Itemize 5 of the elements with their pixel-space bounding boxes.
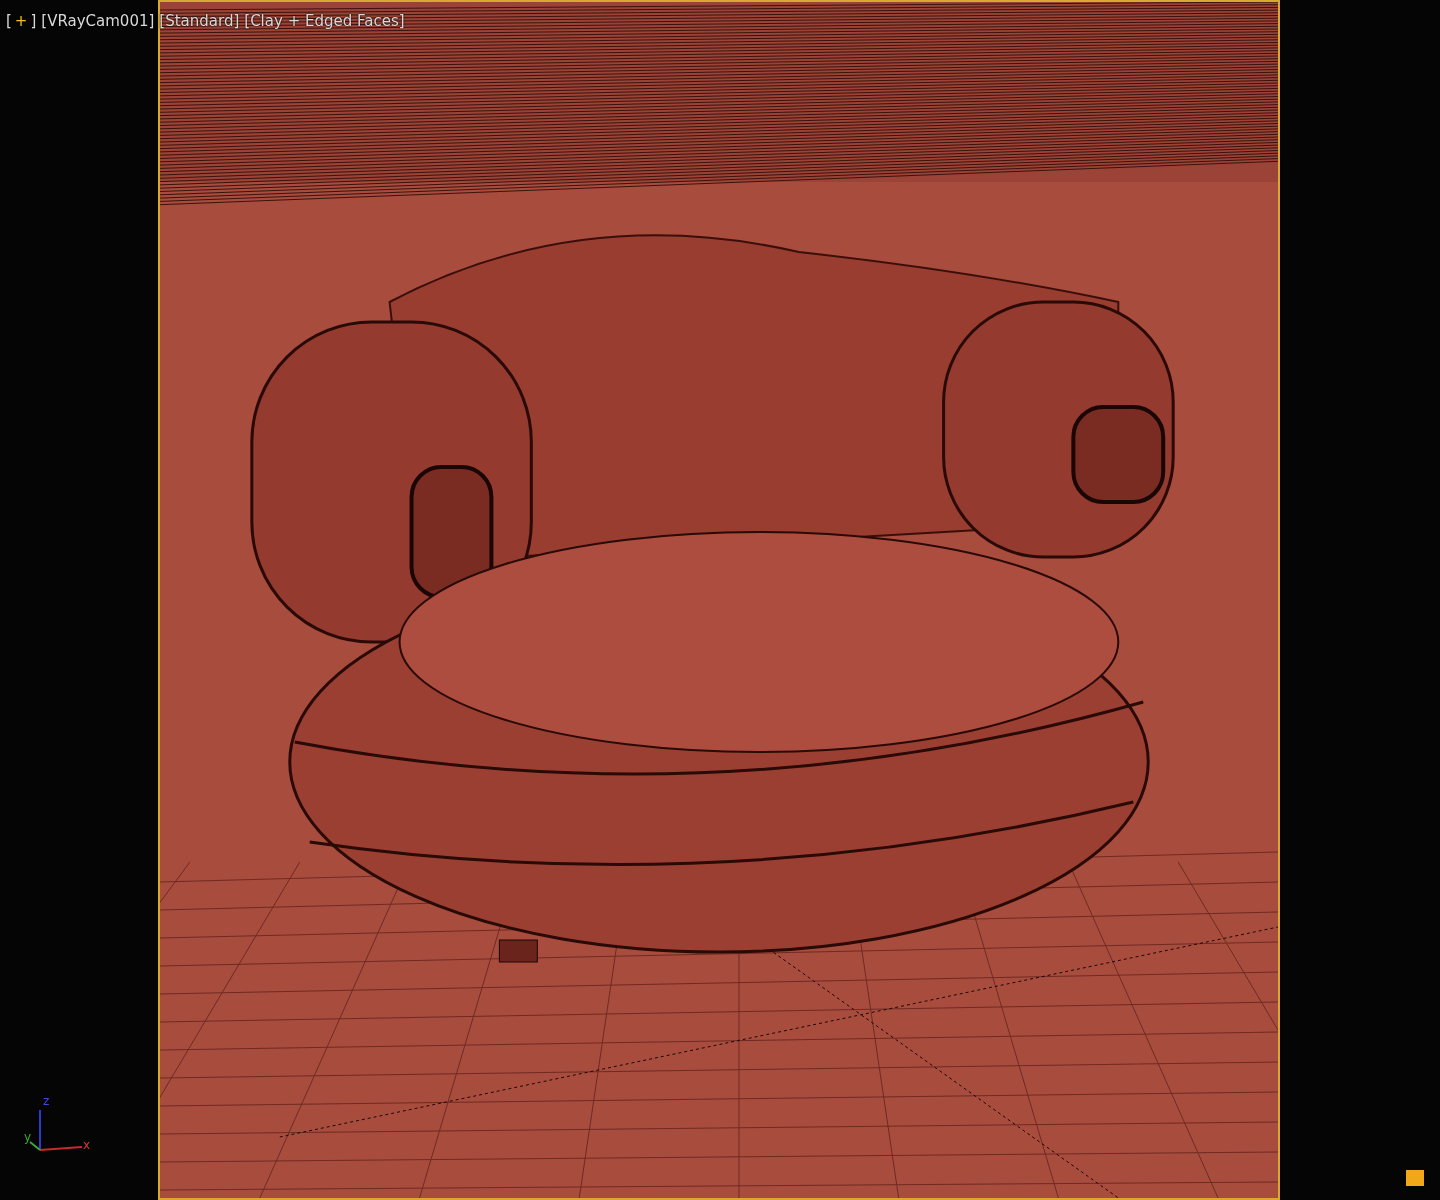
viewport-label[interactable]: [Clay + Edged Faces] xyxy=(244,12,405,30)
viewport-label[interactable]: [VRayCam001] xyxy=(41,12,155,30)
viewport-label[interactable]: [Standard] xyxy=(159,12,240,30)
axis-tripod-drawing: z y x xyxy=(23,1100,92,1154)
viewport-menu[interactable]: [ + ] xyxy=(6,12,37,30)
